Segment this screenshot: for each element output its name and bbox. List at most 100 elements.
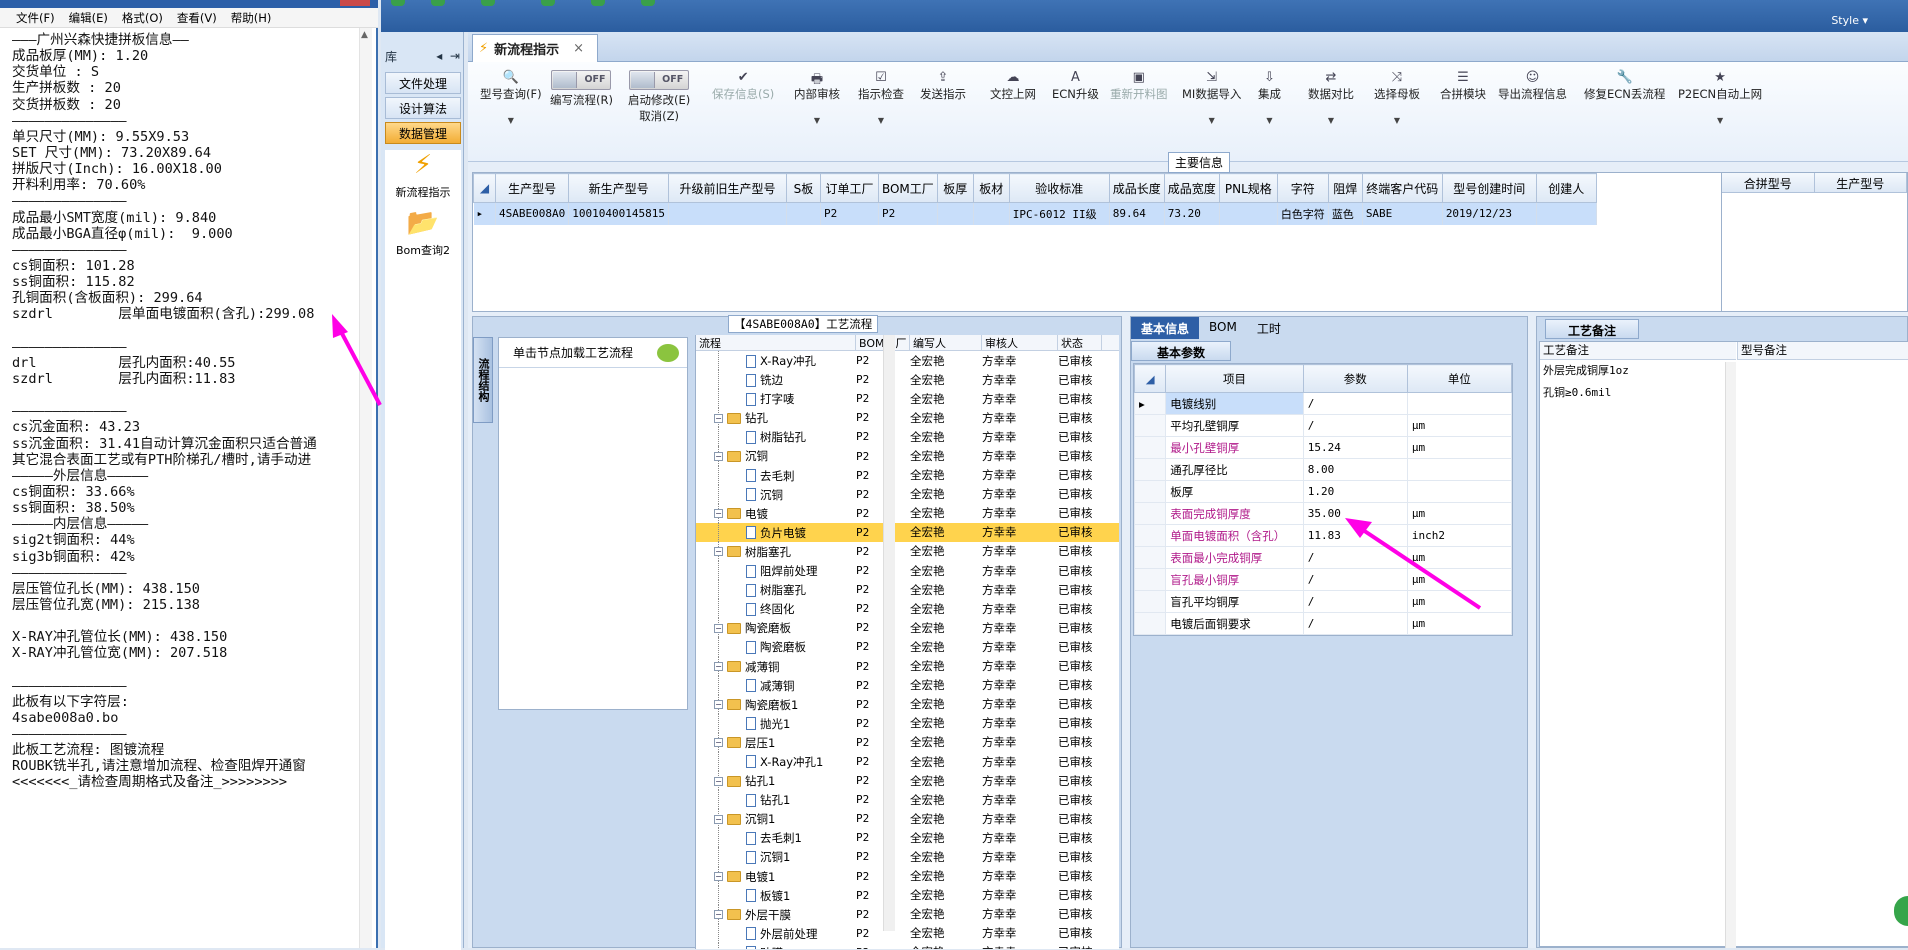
menu-item[interactable]: 编辑(E) <box>69 10 108 26</box>
grid-column-header[interactable]: 合拼型号 <box>1722 173 1815 192</box>
tree-row[interactable]: − 电镀1 P2 全宏艳 方幸幸 已审核 <box>696 866 1119 886</box>
grid-cell[interactable]: P2 <box>878 202 938 225</box>
tree-row[interactable]: X-Ray冲孔1 P2 全宏艳 方幸幸 已审核 <box>696 751 1119 772</box>
tree-node-cell[interactable]: − 减薄铜 <box>696 656 856 676</box>
grid-cell[interactable] <box>973 202 1010 225</box>
tree-node[interactable]: X-Ray冲孔1 <box>746 754 823 770</box>
tree-row[interactable]: 贴膜 P2全宏艳方幸幸已审核 <box>696 942 1119 949</box>
menu-item[interactable]: 文件(F) <box>16 10 55 26</box>
param-row[interactable]: ▸ 电镀线别 / <box>1133 392 1513 415</box>
toolbar-button[interactable]: ⇄ 数据对比 ▼ <box>1308 70 1354 125</box>
toolbar-button[interactable]: ▣ 重新开料图 <box>1110 70 1168 102</box>
param-row[interactable]: 平均孔壁铜厚 / μm <box>1133 414 1513 437</box>
tree-node-cell[interactable]: X-Ray冲孔 <box>696 351 856 371</box>
tree-row[interactable]: − 外层干膜 P2 全宏艳 方幸幸 已审核 <box>696 904 1119 924</box>
sidebar-tile[interactable]: 📂 Bom查询2 <box>385 208 461 268</box>
tree-row[interactable]: − 电镀 P2 全宏艳 方幸幸 已审核 <box>696 503 1119 523</box>
grid-cell[interactable]: P2 <box>820 202 879 225</box>
param-column-header[interactable]: 单位 <box>1406 364 1513 393</box>
tree-node-cell[interactable]: − 陶瓷磨板 <box>696 618 856 638</box>
tree-row[interactable]: 树脂钻孔 P2 全宏艳 方幸幸 已审核 <box>696 427 1119 447</box>
toolbar-button[interactable]: OFF 启动修改(E) 取消(Z) <box>628 70 690 124</box>
sidebar-tile[interactable]: ⚡ 新流程指示 <box>385 150 461 210</box>
toolbar-button[interactable]: ⇲ MI数据导入 ▼ <box>1182 70 1241 125</box>
tree-node[interactable]: 树脂钻孔 <box>746 429 806 445</box>
dropdown-arrow-icon[interactable]: ▼ <box>1308 116 1354 125</box>
tree-row[interactable]: 沉铜1 P2 全宏艳 方幸幸 已审核 <box>696 847 1119 867</box>
tree-node-cell[interactable]: − 沉铜 <box>696 446 856 466</box>
tree-row[interactable]: − 沉铜1 P2 全宏艳 方幸幸 已审核 <box>696 809 1119 829</box>
tree-node-cell[interactable]: 钻孔1 <box>696 790 856 810</box>
expand-icon[interactable]: − <box>714 547 723 557</box>
dropdown-arrow-icon[interactable]: ▼ <box>1182 116 1241 125</box>
expand-icon[interactable]: − <box>714 776 723 786</box>
sidebar-item[interactable]: 数据管理 <box>385 122 461 144</box>
param-value[interactable]: 1.20 <box>1302 480 1408 503</box>
param-row[interactable]: 盲孔最小铜厚 / μm <box>1133 568 1513 591</box>
tree-node[interactable]: X-Ray冲孔 <box>746 353 816 369</box>
craft-notes-area[interactable]: 工艺备注 型号备注 外层完成铜厚1oz 孔铜≥0.6mil <box>1539 341 1908 948</box>
tab-basic[interactable]: 工时 <box>1247 317 1291 339</box>
style-menu[interactable]: Style ▾ <box>1831 14 1868 27</box>
param-row[interactable]: 表面最小完成铜厚 / μm <box>1133 546 1513 569</box>
tree-node[interactable]: 钻孔1 <box>746 792 790 808</box>
grid-column-header[interactable]: S板 <box>785 173 821 203</box>
tree-node-cell[interactable]: − 树脂塞孔 <box>696 541 856 562</box>
toolbar-button[interactable]: ★ P2ECN自动上网 ▼ <box>1678 70 1762 125</box>
param-value[interactable]: 35.00 <box>1302 502 1408 525</box>
craft-scrollbar[interactable] <box>1725 362 1736 948</box>
tree-row[interactable]: 陶瓷磨板 P2 全宏艳 方幸幸 已审核 <box>696 637 1119 657</box>
tree-row[interactable]: − 沉铜 P2 全宏艳 方幸幸 已审核 <box>696 446 1119 466</box>
tree-row[interactable]: 板镀1 P2 全宏艳 方幸幸 已审核 <box>696 885 1119 905</box>
sidebar-item[interactable]: 文件处理 <box>385 72 461 94</box>
tree-column-header[interactable]: 状态 <box>1058 335 1102 350</box>
expand-icon[interactable]: − <box>714 451 723 461</box>
tree-node[interactable]: 沉铜1 <box>746 849 790 865</box>
expand-icon[interactable]: − <box>714 700 723 710</box>
grid-cell[interactable] <box>786 202 821 225</box>
grid-column-header[interactable]: BOM工厂 <box>877 173 938 203</box>
tree-node-cell[interactable]: 去毛刺1 <box>696 828 856 848</box>
tree-node-cell[interactable]: X-Ray冲孔1 <box>696 751 856 772</box>
tree-row[interactable]: − 陶瓷磨板1 P2 全宏艳 方幸幸 已审核 <box>696 694 1119 714</box>
param-value[interactable]: 11.83 <box>1302 524 1408 547</box>
grid-cell[interactable]: IPC-6012 II级 <box>1009 202 1110 225</box>
dropdown-arrow-icon[interactable]: ▼ <box>1678 116 1762 125</box>
toolbar-button[interactable]: 🔧 修复ECN丢流程 <box>1584 70 1665 102</box>
tree-node-cell[interactable]: − 陶瓷磨板1 <box>696 694 856 714</box>
expand-icon[interactable]: − <box>714 623 723 633</box>
tree-row[interactable]: 外层前处理 P2 全宏艳 方幸幸 已审核 <box>696 923 1119 943</box>
dropdown-arrow-icon[interactable]: ▼ <box>1258 116 1281 125</box>
toolbar-button[interactable]: 🔍 型号查询(F) ▼ <box>480 70 542 125</box>
tree-node[interactable]: 终固化 <box>746 601 795 617</box>
grid-cell[interactable]: 白色字符 <box>1277 202 1329 225</box>
param-value[interactable]: / <box>1302 392 1408 415</box>
tree-node[interactable]: 负片电镀 <box>746 525 806 541</box>
grid-column-header[interactable]: 终端客户代码 <box>1361 173 1443 203</box>
tree-node-cell[interactable]: 减薄铜 <box>696 675 856 695</box>
tree-node-cell[interactable]: − 外层干膜 <box>696 904 856 924</box>
menu-item[interactable]: 格式(O) <box>122 10 163 26</box>
tree-row[interactable]: 钻孔1 P2 全宏艳 方幸幸 已审核 <box>696 790 1119 810</box>
param-row[interactable]: 通孔厚径比 8.00 <box>1133 458 1513 481</box>
tree-node[interactable]: − 沉铜1 <box>714 811 775 827</box>
toolbar-button[interactable]: ⇪ 发送指示 <box>920 70 966 102</box>
tree-node-cell[interactable]: 阻焊前处理 <box>696 561 856 581</box>
tree-node[interactable]: 减薄铜 <box>746 678 795 694</box>
process-structure-tab[interactable]: 流程结构 <box>473 337 493 423</box>
tree-node-cell[interactable]: − 层压1 <box>696 732 856 752</box>
grid-column-header[interactable]: 阻焊 <box>1327 173 1363 203</box>
tree-row[interactable]: 去毛刺1 P2 全宏艳 方幸幸 已审核 <box>696 828 1119 848</box>
grid-column-header[interactable]: 生产型号 <box>494 173 570 203</box>
expand-icon[interactable]: − <box>714 413 723 423</box>
notepad-scrollbar[interactable]: ▲ <box>359 28 372 948</box>
grid-column-header[interactable]: 升级前旧生产型号 <box>667 173 787 203</box>
tree-node[interactable]: − 钻孔1 <box>714 773 775 789</box>
expand-icon[interactable]: − <box>714 738 723 748</box>
tree-row[interactable]: − 层压1 P2 全宏艳 方幸幸 已审核 <box>696 732 1119 752</box>
param-value[interactable]: / <box>1302 568 1408 591</box>
tree-node-cell[interactable]: 沉铜1 <box>696 847 856 867</box>
tree-node[interactable]: 沉铜 <box>746 487 783 503</box>
tree-row[interactable]: 阻焊前处理 P2 全宏艳 方幸幸 已审核 <box>696 561 1119 581</box>
tree-row[interactable]: − 减薄铜 P2 全宏艳 方幸幸 已审核 <box>696 656 1119 676</box>
